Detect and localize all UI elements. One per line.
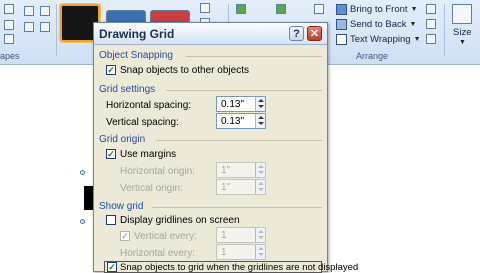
- vertical-spacing-value: 0.13": [221, 116, 245, 127]
- show-grid-heading: Show grid: [99, 201, 144, 212]
- chevron-down-icon: ▼: [410, 5, 418, 13]
- send-to-back-button[interactable]: Send to Back ▼: [336, 17, 416, 31]
- spinner-arrows[interactable]: [255, 245, 265, 259]
- horizontal-origin-spinner[interactable]: 1": [216, 162, 266, 178]
- horizontal-origin-value: 1": [221, 165, 231, 176]
- use-margins-label: Use margins: [120, 149, 177, 160]
- spin-down-icon[interactable]: [258, 171, 264, 174]
- 3d-effects-icon[interactable]: [276, 4, 286, 14]
- spinner-arrows[interactable]: [255, 228, 265, 242]
- selection-handle[interactable]: [80, 170, 85, 175]
- shape-icon[interactable]: [4, 4, 14, 14]
- shape-icon[interactable]: [4, 20, 14, 30]
- drawing-grid-dialog: Drawing Grid ? ✕ Object Snapping ✓ Snap …: [93, 22, 358, 273]
- horizontal-every-label: Horizontal every:: [120, 248, 196, 259]
- group-icon[interactable]: [426, 19, 436, 29]
- snap-to-grid-label: Snap objects to grid when the gridlines …: [120, 262, 359, 273]
- spinner-arrows[interactable]: [255, 97, 265, 111]
- spin-up-icon[interactable]: [258, 165, 264, 168]
- shape-icon[interactable]: [40, 22, 50, 32]
- snap-objects-label: Snap objects to other objects: [120, 65, 249, 76]
- spin-up-icon[interactable]: [258, 116, 264, 119]
- spin-up-icon[interactable]: [258, 182, 264, 185]
- horizontal-spacing-value: 0.13": [221, 99, 245, 110]
- shadow-effects-icon[interactable]: [236, 4, 246, 14]
- rotate-icon[interactable]: [426, 34, 436, 44]
- horizontal-origin-label: Horizontal origin:: [120, 166, 196, 177]
- vertical-every-value: 1: [221, 230, 227, 241]
- spin-up-icon[interactable]: [258, 247, 264, 250]
- horizontal-spacing-spinner[interactable]: 0.13": [216, 96, 266, 112]
- ribbon-divider: [444, 4, 445, 56]
- spin-up-icon[interactable]: [258, 99, 264, 102]
- bring-to-front-button[interactable]: Bring to Front ▼: [336, 2, 418, 16]
- size-label[interactable]: Size: [453, 27, 471, 38]
- arrange-group-label: Arrange: [356, 51, 389, 61]
- vertical-every-spinner[interactable]: 1: [216, 227, 266, 243]
- vertical-spacing-spinner[interactable]: 0.13": [216, 113, 266, 129]
- help-button[interactable]: ?: [289, 26, 304, 41]
- text-wrapping-label: Text Wrapping: [350, 33, 411, 45]
- section-divider: [156, 140, 322, 141]
- size-icon[interactable]: [452, 4, 472, 24]
- close-button[interactable]: ✕: [307, 26, 322, 41]
- star-shape-icon[interactable]: [4, 34, 14, 44]
- horizontal-every-value: 1: [221, 247, 227, 258]
- shape-icon[interactable]: [40, 6, 50, 16]
- shape-fill-icon[interactable]: [200, 3, 210, 13]
- send-to-back-label: Send to Back: [350, 18, 407, 30]
- spin-up-icon[interactable]: [258, 230, 264, 233]
- vertical-origin-spinner[interactable]: 1": [216, 179, 266, 195]
- align-icon[interactable]: [426, 4, 436, 14]
- section-divider: [152, 207, 322, 208]
- grid-origin-heading: Grid origin: [99, 134, 146, 145]
- vertical-spacing-label: Vertical spacing:: [106, 117, 179, 128]
- chevron-down-icon[interactable]: ▼: [459, 39, 466, 46]
- grid-settings-heading: Grid settings: [99, 84, 156, 95]
- shape-icon[interactable]: [24, 22, 34, 32]
- use-margins-checkbox[interactable]: ✓: [106, 149, 116, 159]
- vertical-origin-value: 1": [221, 182, 231, 193]
- snap-to-grid-checkbox[interactable]: ✓: [107, 262, 117, 272]
- shapes-group-label: apes: [0, 51, 20, 61]
- vertical-every-checkbox[interactable]: ✓: [120, 231, 130, 241]
- vertical-origin-label: Vertical origin:: [120, 183, 183, 194]
- send-to-back-icon: [336, 18, 347, 30]
- chevron-down-icon: ▼: [409, 20, 417, 28]
- spinner-arrows[interactable]: [255, 163, 265, 177]
- ribbon-divider: [56, 4, 57, 56]
- dialog-titlebar[interactable]: Drawing Grid ? ✕: [94, 23, 327, 45]
- horizontal-spacing-label: Horizontal spacing:: [106, 100, 192, 111]
- vertical-every-label: Vertical every:: [134, 231, 197, 242]
- bring-to-front-label: Bring to Front: [350, 3, 408, 15]
- shape-icon[interactable]: [24, 6, 34, 16]
- text-wrapping-button[interactable]: Text Wrapping ▼: [336, 32, 421, 46]
- display-gridlines-label: Display gridlines on screen: [120, 215, 240, 226]
- position-icon[interactable]: [314, 4, 324, 14]
- display-gridlines-checkbox[interactable]: [106, 215, 116, 225]
- dialog-title: Drawing Grid: [99, 27, 175, 41]
- text-wrapping-icon: [336, 33, 347, 45]
- bring-to-front-icon: [336, 3, 347, 15]
- section-divider: [186, 56, 322, 57]
- spin-down-icon[interactable]: [258, 253, 264, 256]
- spinner-arrows[interactable]: [255, 114, 265, 128]
- snap-objects-checkbox[interactable]: ✓: [106, 65, 116, 75]
- chevron-down-icon: ▼: [413, 35, 421, 43]
- selection-handle[interactable]: [80, 219, 85, 224]
- spin-down-icon[interactable]: [258, 188, 264, 191]
- spinner-arrows[interactable]: [255, 180, 265, 194]
- object-snapping-heading: Object Snapping: [99, 50, 173, 61]
- horizontal-every-spinner[interactable]: 1: [216, 244, 266, 260]
- section-divider: [166, 90, 322, 91]
- spin-down-icon[interactable]: [258, 105, 264, 108]
- spin-down-icon[interactable]: [258, 122, 264, 125]
- spin-down-icon[interactable]: [258, 236, 264, 239]
